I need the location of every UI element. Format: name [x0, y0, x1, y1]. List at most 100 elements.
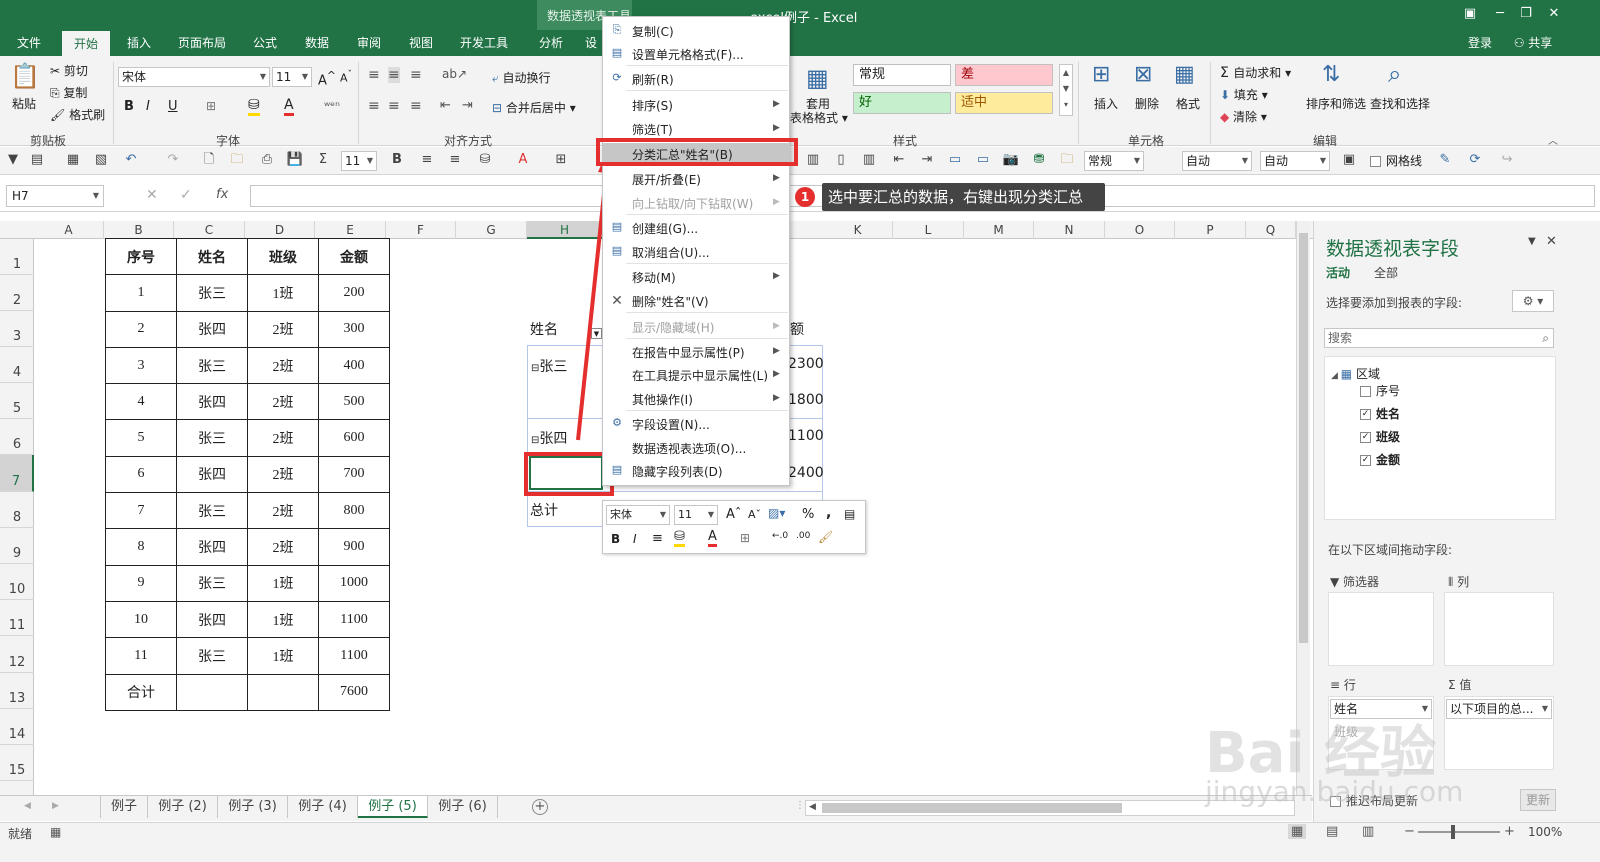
mini-decrease-decimal-icon[interactable]: .00 [796, 531, 810, 541]
row-header-6[interactable]: 6 [0, 419, 34, 455]
col-header-L[interactable]: L [893, 221, 964, 239]
qat-insert-icon[interactable]: ⇤ [890, 151, 908, 169]
pane-options-icon[interactable]: ▼ [1528, 236, 1536, 247]
table-cell[interactable]: 张三 [176, 274, 248, 312]
insert-cells-button[interactable]: 插入 [1094, 95, 1118, 112]
bold-button[interactable]: B [124, 99, 134, 114]
menu-item-refresh[interactable]: 刷新(R) [632, 71, 674, 88]
style-good[interactable]: 好 [853, 92, 951, 114]
col-header-C[interactable]: C [174, 221, 245, 239]
print-preview-icon[interactable]: ⎙ [258, 151, 276, 169]
minimize-icon[interactable]: ─ [1490, 4, 1510, 24]
style-bad[interactable]: 差 [955, 64, 1053, 86]
checkbox-checked[interactable]: ✓ [1360, 432, 1371, 443]
table-cell[interactable]: 4 [105, 383, 177, 421]
align-left-icon[interactable]: ≡ [368, 98, 380, 114]
pivot-value[interactable]: 2300 [788, 356, 824, 372]
tab-view[interactable]: 视图 [400, 30, 442, 56]
qat-share-icon[interactable]: ⛃ [1030, 151, 1048, 169]
clear-button[interactable]: ◆ 清除 ▾ [1220, 108, 1267, 125]
name-box[interactable]: H7 ▼ [6, 185, 104, 207]
col-header-A[interactable]: A [34, 221, 104, 239]
sort-filter-icon[interactable]: ⇅ [1322, 62, 1340, 87]
tab-home[interactable]: 开始 [62, 31, 110, 56]
col-header-O[interactable]: O [1105, 221, 1175, 239]
qat-font-size[interactable]: 11 ▼ [341, 151, 377, 171]
zoom-slider-thumb[interactable] [1451, 825, 1455, 839]
mini-border-icon[interactable]: ⊞ [740, 531, 750, 545]
auto-box-2[interactable]: 自动 ▼ [1260, 151, 1330, 171]
col-header-D[interactable]: D [245, 221, 315, 239]
mini-fill-icon[interactable]: ⛁ [674, 529, 685, 547]
font-color-icon[interactable]: A [284, 97, 294, 116]
redo-icon[interactable]: ↷ [164, 151, 182, 169]
table-format-icon[interactable]: ▦ [806, 64, 829, 92]
table-cell[interactable]: 7 [105, 492, 177, 530]
sort-filter-button[interactable]: 排序和筛选 [1306, 95, 1366, 112]
row-header-12[interactable]: 12 [0, 636, 34, 673]
table-cell[interactable]: 1100 [318, 600, 390, 639]
qat-align-icon[interactable]: ≡ [418, 151, 436, 169]
delete-cells-button[interactable]: 删除 [1135, 95, 1159, 112]
table-cell[interactable]: 2班 [247, 528, 319, 566]
font-name-box[interactable]: 宋体 ▼ [118, 67, 270, 87]
confirm-icon[interactable]: ✓ [180, 187, 192, 203]
style-normal[interactable]: 常规 [853, 64, 951, 86]
restore-icon[interactable]: ❐ [1516, 4, 1536, 24]
row-header-14[interactable]: 14 [0, 709, 34, 745]
sheet-tab-active[interactable]: 例子 (5) [358, 796, 428, 818]
field-search-input[interactable]: 搜索 ⌕ [1324, 328, 1554, 348]
menu-item-format-cells[interactable]: 设置单元格格式(F)... [632, 46, 744, 63]
collapse-ribbon-icon[interactable]: ︿ [1548, 132, 1558, 147]
row-header-3[interactable]: 3 [0, 311, 34, 347]
table-cell[interactable]: 5 [105, 419, 177, 457]
table-cell[interactable] [176, 673, 248, 711]
find-icon[interactable]: ⌕ [1388, 60, 1401, 88]
share-button[interactable]: ⚇ 共享 [1505, 30, 1561, 56]
menu-item-drill[interactable]: 向上钻取/向下钻取(W) [632, 195, 753, 212]
mini-bold-icon[interactable]: B [611, 532, 620, 546]
style-neutral[interactable]: 适中 [955, 92, 1053, 114]
tab-formulas[interactable]: 公式 [244, 30, 286, 56]
mini-font-color-icon[interactable]: A [708, 529, 717, 547]
sheet-tab[interactable]: 例子 (2) [148, 796, 218, 818]
table-cell[interactable]: 200 [318, 274, 390, 312]
close-icon[interactable]: ✕ [1544, 4, 1564, 24]
table-cell[interactable]: 7600 [318, 673, 390, 711]
align-bottom-icon[interactable]: ≡ [410, 67, 422, 83]
mini-grow-font-icon[interactable]: Aˆ [726, 507, 741, 522]
mini-increase-decimal-icon[interactable]: ←.0 [772, 531, 788, 541]
table-cell[interactable]: 600 [318, 419, 390, 457]
shrink-font-icon[interactable]: Aˇ [340, 69, 352, 85]
checkbox[interactable] [1370, 156, 1381, 167]
zoom-level[interactable]: 100% [1528, 825, 1562, 839]
table-cell[interactable]: 3 [105, 346, 177, 385]
mini-painter-icon[interactable]: 🖌 [818, 530, 833, 544]
increase-indent-icon[interactable]: ⇥ [462, 98, 473, 113]
table-cell[interactable]: 500 [318, 383, 390, 421]
update-button[interactable]: 更新 [1520, 789, 1556, 811]
sum-icon[interactable]: Σ [314, 151, 332, 169]
pivot-header-name[interactable]: 姓名 [530, 319, 558, 339]
align-right-icon[interactable]: ≡ [410, 98, 422, 114]
header-cell[interactable]: 金额 [318, 237, 390, 276]
tab-page-layout[interactable]: 页面布局 [170, 30, 234, 56]
menu-item-expand-collapse[interactable]: 展开/折叠(E) [632, 171, 701, 188]
phonetic-icon[interactable]: ʷᵉⁿ [324, 99, 340, 113]
table-cell[interactable]: 2班 [247, 346, 319, 385]
qat-center-icon[interactable]: ≡ [446, 151, 464, 169]
table-cell[interactable]: 1班 [247, 274, 319, 312]
menu-item-show-hide[interactable]: 显示/隐藏域(H) [632, 319, 714, 336]
mini-size-box[interactable]: 11 ▼ [674, 505, 718, 525]
row-header-5[interactable]: 5 [0, 383, 34, 419]
mini-table-icon[interactable]: ▤ [844, 507, 855, 521]
table-cell[interactable] [247, 673, 319, 711]
row-header-11[interactable]: 11 [0, 600, 34, 636]
row-header-4[interactable]: 4 [0, 347, 34, 383]
cancel-icon[interactable]: ✕ [146, 187, 158, 203]
checkbox-checked[interactable]: ✓ [1360, 409, 1371, 420]
checkbox[interactable] [1360, 386, 1371, 397]
next-sheet-icon[interactable]: ▶ [52, 801, 59, 811]
mini-number-format-icon[interactable]: ▨▾ [768, 506, 785, 520]
pivot-value[interactable]: 1800 [788, 392, 824, 408]
